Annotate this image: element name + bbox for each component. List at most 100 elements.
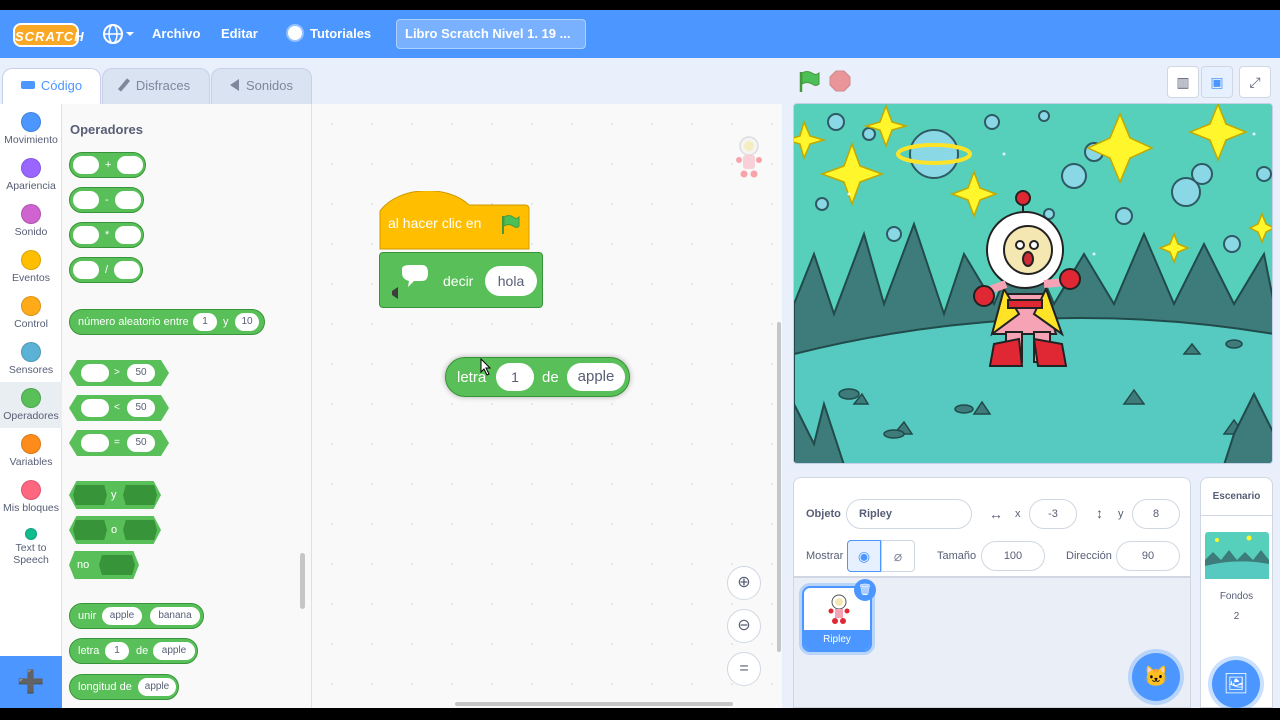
block-not[interactable]: no <box>69 551 139 579</box>
menu-file[interactable]: Archivo <box>152 10 200 58</box>
slot-boolean[interactable] <box>123 485 157 505</box>
code-workspace[interactable]: al hacer clic en decir hola letra 1 de a… <box>312 104 782 708</box>
block-subtract[interactable]: - <box>69 187 144 213</box>
fullscreen-button[interactable]: ⤢ <box>1239 66 1271 98</box>
slot-letter-text[interactable]: apple <box>153 642 195 660</box>
letter-index-input[interactable]: 1 <box>496 363 534 391</box>
stage-canvas[interactable] <box>793 103 1273 464</box>
category-motion[interactable]: Movimiento <box>0 106 62 152</box>
sprite-name-input[interactable]: Ripley <box>846 499 972 529</box>
workspace-vertical-scrollbar[interactable] <box>777 322 781 652</box>
show-sprite-button[interactable]: ◉ <box>847 540 881 572</box>
slot-boolean[interactable] <box>123 520 157 540</box>
block-greater-than[interactable]: > 50 <box>69 360 169 386</box>
workspace-horizontal-scrollbar[interactable] <box>455 702 733 706</box>
normal-stage-button[interactable]: ▣ <box>1201 66 1233 98</box>
category-sound[interactable]: Sonido <box>0 198 62 244</box>
project-title-input[interactable]: Libro Scratch Nivel 1. 19 ... <box>396 19 586 49</box>
y-position-input[interactable]: 8 <box>1132 499 1180 529</box>
sprite-info-panel: Objeto Ripley ↔ x -3 ↕ y 8 Mostrar ◉ ⌀ T… <box>793 477 1191 577</box>
slot-length-text[interactable]: apple <box>138 678 176 696</box>
letter-of-block[interactable]: letra 1 de apple <box>445 357 630 397</box>
stop-button[interactable] <box>829 70 851 92</box>
size-input[interactable]: 100 <box>981 541 1045 571</box>
tab-costumes[interactable]: Disfraces <box>102 68 210 104</box>
block-less-than[interactable]: < 50 <box>69 395 169 421</box>
slot-empty[interactable] <box>115 226 141 244</box>
x-label: x <box>1015 508 1021 520</box>
slot-empty[interactable] <box>81 434 109 452</box>
category-control[interactable]: Control <box>0 290 62 336</box>
block-letter-of[interactable]: letra 1 de apple <box>69 638 198 664</box>
category-my-blocks[interactable]: Mis bloques <box>0 474 62 520</box>
tab-code[interactable]: Código <box>2 68 101 105</box>
stage-target-panel[interactable]: Escenario Fondos 2 🖼 <box>1200 477 1273 708</box>
category-variables[interactable]: Variables <box>0 428 62 474</box>
block-and[interactable]: y <box>69 481 161 509</box>
category-label: Operadores <box>3 410 59 422</box>
block-equals[interactable]: = 50 <box>69 430 169 456</box>
hide-sprite-button[interactable]: ⌀ <box>881 540 915 572</box>
zoom-out-button[interactable]: ⊖ <box>727 609 761 643</box>
slot-empty[interactable] <box>73 226 99 244</box>
slot-boolean[interactable] <box>99 555 135 575</box>
slot-empty[interactable] <box>115 191 141 209</box>
block-multiply[interactable]: * <box>69 222 144 248</box>
zoom-reset-button[interactable]: = <box>727 652 761 686</box>
choose-sprite-button[interactable]: 🐱 <box>1132 653 1180 701</box>
language-menu[interactable] <box>102 10 138 58</box>
slot-compare-value[interactable]: 50 <box>127 364 155 382</box>
slot-random-from[interactable]: 1 <box>193 313 217 331</box>
say-block[interactable]: decir hola <box>379 252 543 308</box>
zoom-in-button[interactable]: ⊕ <box>727 566 761 600</box>
block-divide[interactable]: / <box>69 257 143 283</box>
category-looks[interactable]: Apariencia <box>0 152 62 198</box>
category-operators[interactable]: Operadores <box>0 382 62 428</box>
zoom-reset-icon: = <box>739 660 749 677</box>
tutorials-label: Tutoriales <box>310 26 372 41</box>
slot-join-b[interactable]: banana <box>150 607 200 625</box>
green-flag-button[interactable] <box>797 70 821 94</box>
space-backdrop-image <box>794 104 1272 463</box>
slot-empty[interactable] <box>73 156 99 174</box>
slot-compare-value[interactable]: 50 <box>127 434 155 452</box>
category-text-to-speech[interactable]: Text to Speech <box>0 520 62 576</box>
event-hat-block[interactable]: al hacer clic en <box>379 191 530 251</box>
block-length-of[interactable]: longitud de apple <box>69 674 179 700</box>
slot-letter-index[interactable]: 1 <box>105 642 129 660</box>
add-extension-button[interactable]: ➕ <box>0 656 62 708</box>
tab-sounds[interactable]: Sonidos <box>211 68 312 104</box>
category-dot-icon <box>21 388 41 408</box>
tutorials-button[interactable]: Tutoriales <box>288 10 371 58</box>
slot-empty[interactable] <box>73 261 99 279</box>
block-join[interactable]: unir apple banana <box>69 603 204 629</box>
slot-empty[interactable] <box>81 399 109 417</box>
slot-compare-value[interactable]: 50 <box>127 399 155 417</box>
category-events[interactable]: Eventos <box>0 244 62 290</box>
slot-empty[interactable] <box>81 364 109 382</box>
letter-text-input[interactable]: apple <box>567 363 625 391</box>
block-add[interactable]: + <box>69 152 146 178</box>
cat-icon: 🐱 <box>1143 666 1169 688</box>
slot-boolean[interactable] <box>73 520 107 540</box>
slot-empty[interactable] <box>73 191 99 209</box>
code-icon <box>20 81 35 89</box>
slot-empty[interactable] <box>117 156 143 174</box>
palette-scrollbar[interactable] <box>300 553 305 609</box>
block-or[interactable]: o <box>69 516 161 544</box>
slot-boolean[interactable] <box>73 485 107 505</box>
scratch-logo[interactable]: SCRATCH <box>13 23 84 47</box>
say-text-input[interactable]: hola <box>485 266 537 296</box>
direction-input[interactable]: 90 <box>1116 541 1180 571</box>
choose-backdrop-button[interactable]: 🖼 <box>1212 660 1260 708</box>
category-sensing[interactable]: Sensores <box>0 336 62 382</box>
slot-join-a[interactable]: apple <box>102 607 142 625</box>
delete-sprite-button[interactable]: 🗑 <box>854 579 876 601</box>
x-position-input[interactable]: -3 <box>1029 499 1077 529</box>
category-dot-icon <box>21 158 41 178</box>
block-random[interactable]: número aleatorio entre 1 y 10 <box>69 309 265 335</box>
menu-edit[interactable]: Editar <box>221 10 258 58</box>
small-stage-button[interactable]: ▥ <box>1167 66 1199 98</box>
slot-random-to[interactable]: 10 <box>235 313 259 331</box>
slot-empty[interactable] <box>114 261 140 279</box>
